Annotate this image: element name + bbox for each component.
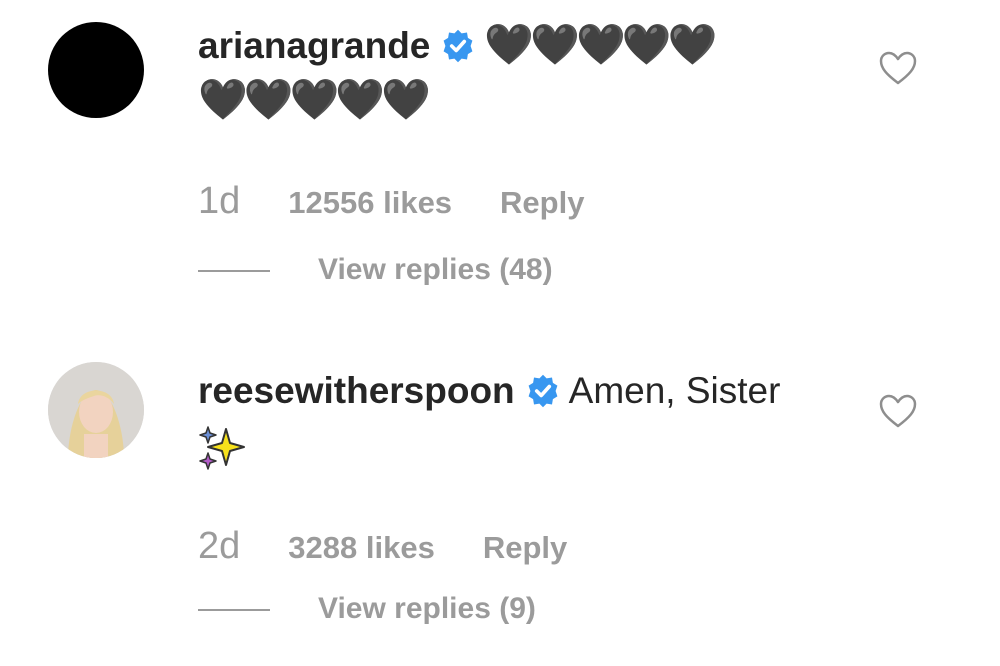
reply-button[interactable]: Reply — [500, 185, 584, 220]
heart-outline-icon[interactable] — [878, 393, 918, 429]
heart-outline-icon[interactable] — [878, 50, 918, 86]
likes-count[interactable]: 3288 likes — [288, 530, 435, 565]
divider-line — [198, 609, 270, 612]
timestamp: 2d — [198, 525, 241, 567]
comment-meta: 2d 3288 likes Reply — [198, 525, 567, 568]
verified-badge-icon — [528, 374, 558, 408]
divider-line — [198, 270, 270, 273]
view-replies-button[interactable]: View replies (9) — [198, 592, 536, 626]
comment-item: arianagrande 🖤🖤🖤🖤🖤 🖤🖤🖤🖤🖤 1d 12556 likes Re… — [0, 0, 1000, 330]
view-replies-button[interactable]: View replies (48) — [198, 253, 553, 287]
avatar-photo — [48, 362, 144, 458]
comment-text: arianagrande 🖤🖤🖤🖤🖤 🖤🖤🖤🖤🖤 — [198, 18, 838, 128]
avatar[interactable] — [48, 22, 144, 118]
black-hearts-emoji: 🖤🖤🖤🖤🖤 — [484, 23, 717, 67]
username[interactable]: arianagrande — [198, 25, 430, 66]
timestamp: 1d — [198, 180, 241, 222]
comment-body: Amen, Sister — [568, 370, 781, 411]
verified-badge-icon — [443, 29, 473, 63]
view-replies-label: View replies (48) — [318, 253, 553, 286]
view-replies-label: View replies (9) — [318, 592, 536, 625]
black-hearts-emoji: 🖤🖤🖤🖤🖤 — [198, 78, 431, 122]
likes-count[interactable]: 12556 likes — [288, 185, 452, 220]
avatar[interactable] — [48, 362, 144, 458]
sparkles-icon — [199, 426, 245, 470]
comment-meta: 1d 12556 likes Reply — [198, 180, 584, 223]
comment-item: reesewitherspoon Amen, Sister 2d 3288 lik… — [0, 340, 1000, 666]
reply-button[interactable]: Reply — [483, 530, 567, 565]
comment-text: reesewitherspoon Amen, Sister — [198, 364, 838, 472]
username[interactable]: reesewitherspoon — [198, 370, 515, 411]
